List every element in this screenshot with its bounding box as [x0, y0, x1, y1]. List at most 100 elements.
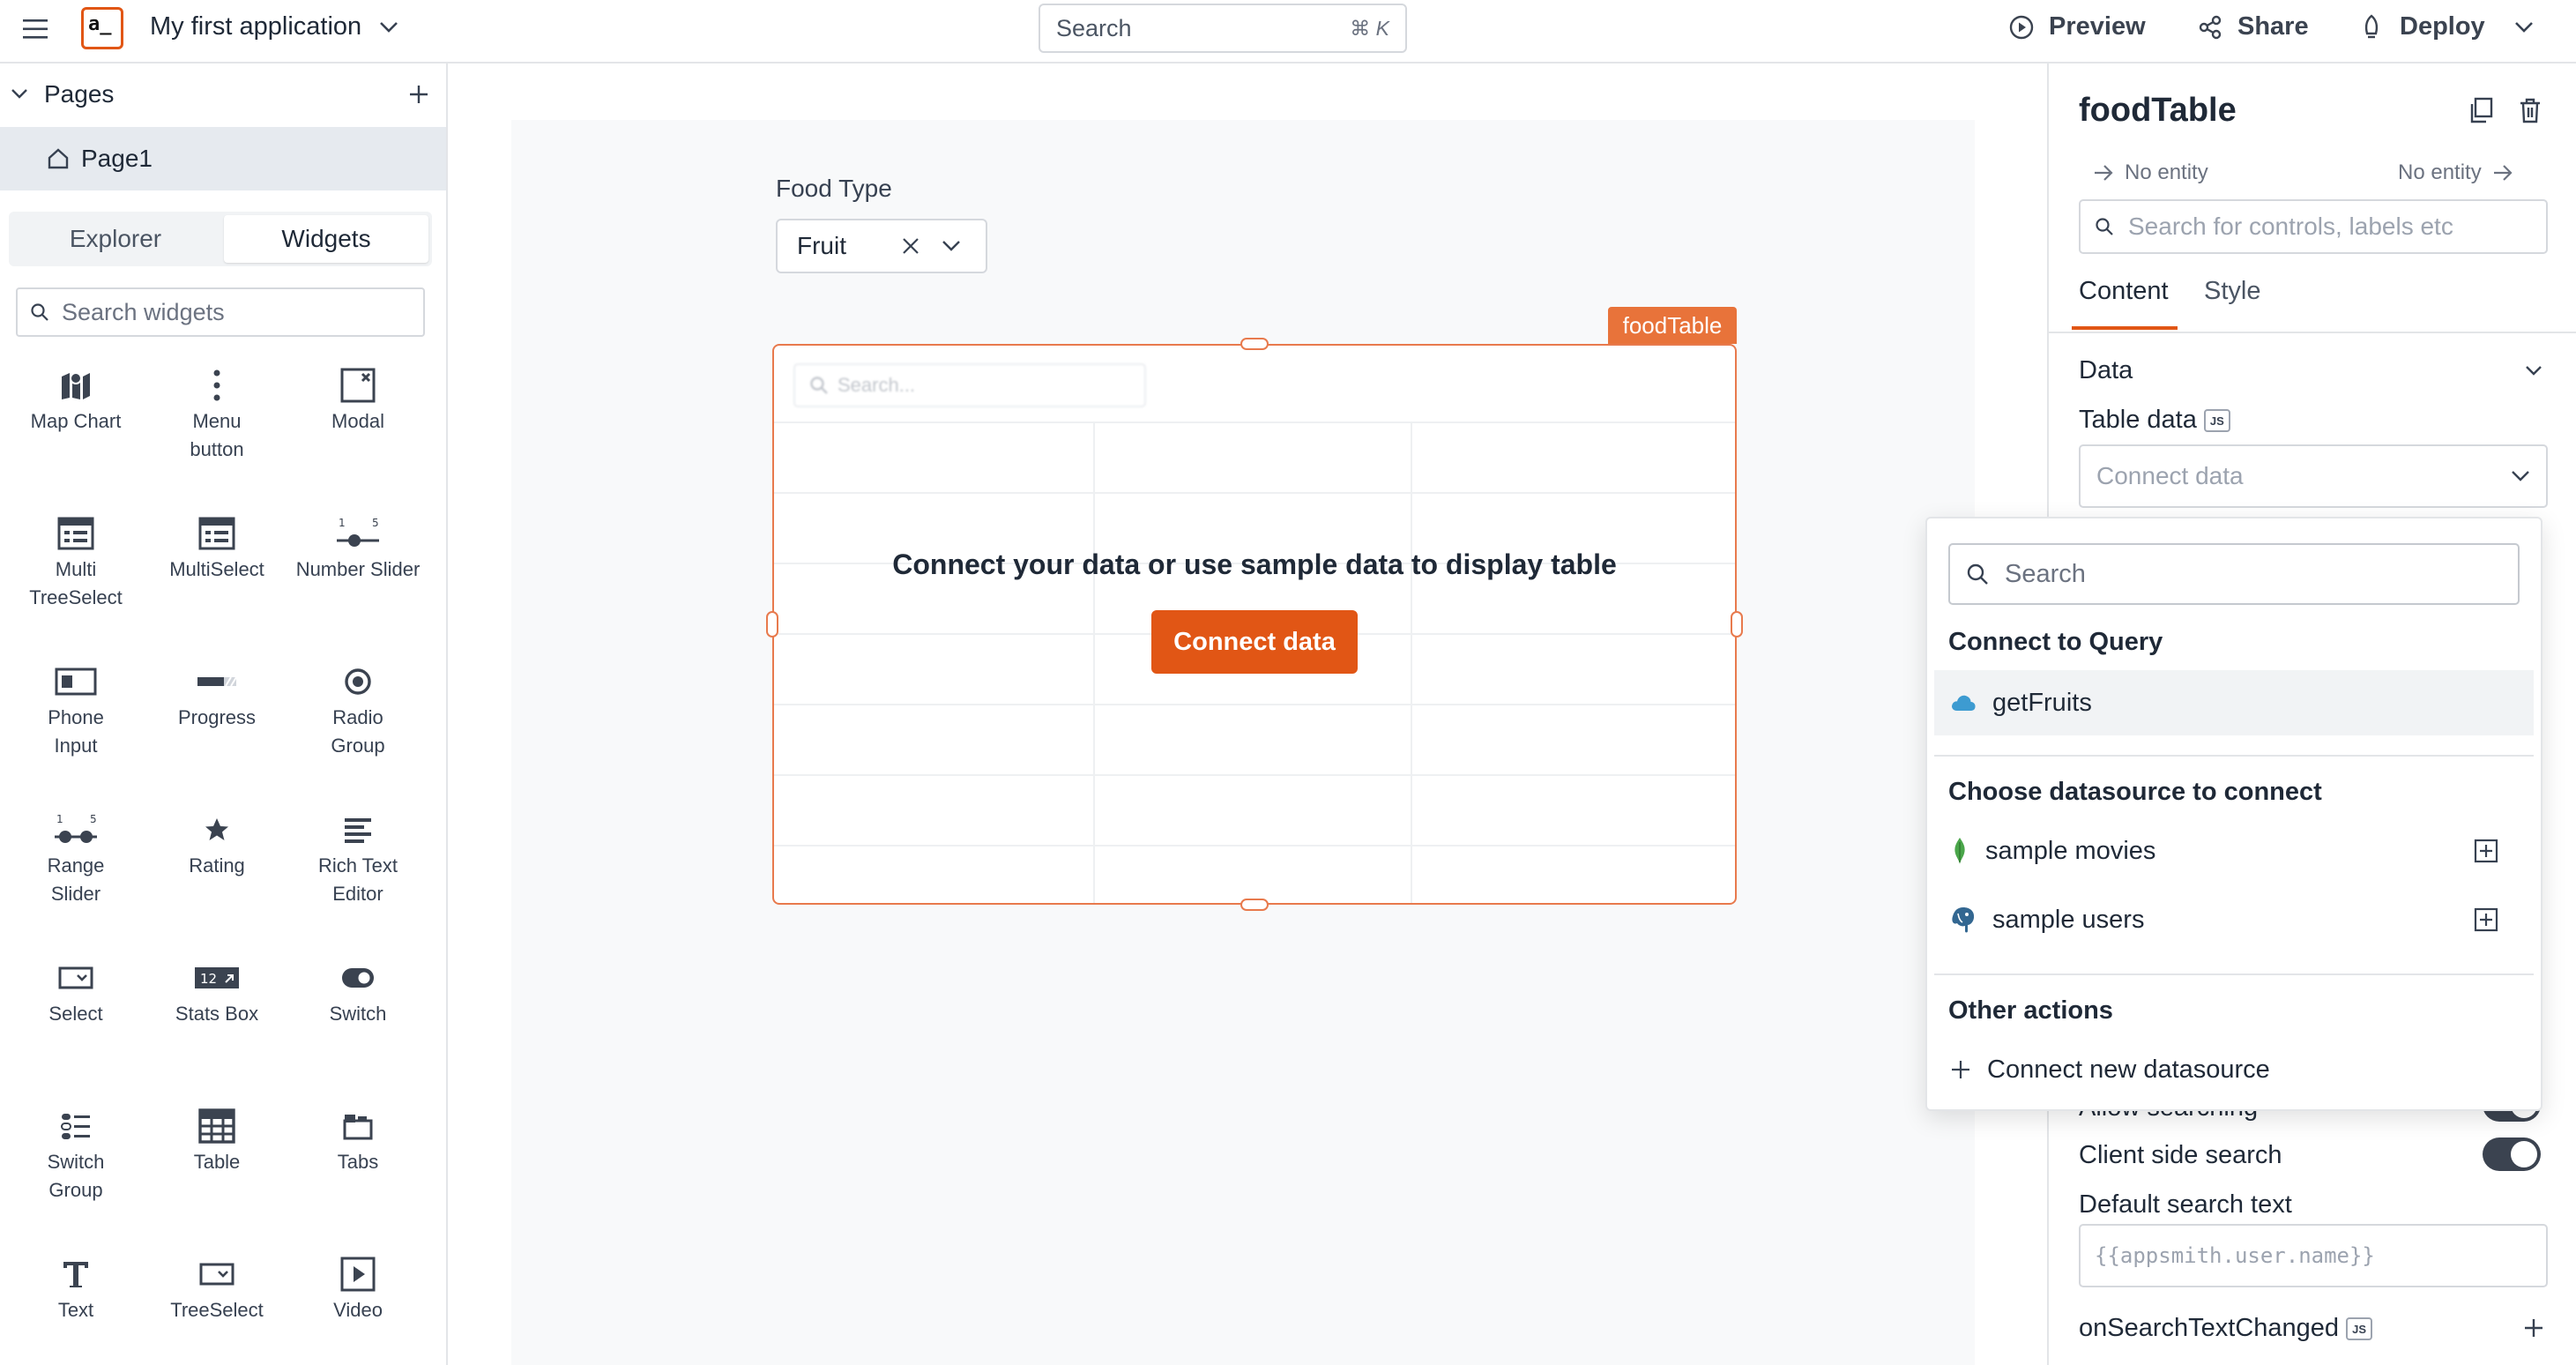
widget-radio-group[interactable]: Radio Group	[287, 660, 428, 760]
connect-new-datasource-item[interactable]: Connect new datasource	[1934, 1037, 2534, 1102]
app-name-dropdown[interactable]: My first application	[150, 12, 398, 41]
widget-multi-treeselect[interactable]: Multi TreeSelect	[5, 511, 146, 612]
client-side-search-toggle[interactable]	[2483, 1138, 2541, 1171]
stats-box-icon: 12	[194, 956, 240, 1000]
svg-text:5: 5	[372, 517, 379, 529]
datasource-label: sample users	[1992, 905, 2145, 934]
preview-button[interactable]: Preview	[2008, 12, 2146, 41]
app-logo[interactable]: a_	[81, 7, 123, 49]
widget-modal[interactable]: Modal	[287, 363, 428, 436]
tab-content[interactable]: Content	[2079, 277, 2169, 306]
menu-icon[interactable]	[23, 18, 48, 41]
widget-name-tag[interactable]: foodTable	[1608, 307, 1737, 344]
section-data-title[interactable]: Data	[2079, 356, 2133, 385]
add-page-icon[interactable]	[407, 83, 430, 106]
chevron-down-icon	[379, 21, 398, 34]
copy-icon[interactable]	[2468, 97, 2493, 123]
plus-icon	[1950, 1059, 1971, 1080]
divider	[1934, 755, 2534, 757]
js-toggle-badge[interactable]: JS	[2346, 1317, 2373, 1341]
widget-name-title[interactable]: foodTable	[2079, 92, 2237, 130]
widget-progress[interactable]: Progress	[146, 660, 287, 732]
datasource-item-sample-movies[interactable]: sample movies	[1934, 818, 2534, 884]
omnibar-placeholder: Search	[1056, 14, 1132, 41]
grid-line	[1411, 421, 1412, 903]
widget-map-chart[interactable]: Map Chart	[5, 363, 146, 436]
resize-handle-bottom[interactable]	[1240, 899, 1269, 911]
divider	[2049, 332, 2576, 333]
widget-stats-box[interactable]: 12 Stats Box	[146, 956, 287, 1028]
widget-switch-group[interactable]: Switch Group	[5, 1104, 146, 1205]
widget-treeselect[interactable]: TreeSelect	[146, 1252, 287, 1324]
share-button[interactable]: Share	[2197, 12, 2309, 41]
page-item-page1[interactable]: Page1	[0, 127, 446, 190]
tab-style[interactable]: Style	[2204, 277, 2260, 306]
widget-rating[interactable]: Rating	[146, 808, 287, 880]
property-search-input[interactable]: Search for controls, labels etc	[2079, 199, 2548, 254]
widget-phone-input[interactable]: Phone Input	[5, 660, 146, 760]
resize-handle-right[interactable]	[1731, 611, 1743, 638]
food-type-value: Fruit	[797, 232, 846, 259]
widget-select[interactable]: Select	[5, 956, 146, 1028]
other-action-label: Connect new datasource	[1987, 1055, 2270, 1084]
entity-right[interactable]: No entity	[2398, 160, 2513, 185]
connect-data-dropdown: Search Connect to Query getFruits Choose…	[1925, 517, 2542, 1111]
deploy-label: Deploy	[2400, 12, 2485, 41]
js-toggle-badge[interactable]: JS	[2203, 409, 2230, 433]
svg-text:5: 5	[90, 813, 97, 825]
grid-line	[1093, 421, 1095, 903]
add-datasource-icon[interactable]	[2474, 839, 2498, 863]
widget-tabs[interactable]: Tabs	[287, 1104, 428, 1176]
widget-search-placeholder: Search widgets	[62, 298, 225, 325]
default-search-text-input[interactable]: {{appsmith.user.name}}	[2079, 1224, 2548, 1287]
resize-handle-top[interactable]	[1240, 338, 1269, 350]
widget-menu-button[interactable]: Menu button	[146, 363, 287, 464]
radio-group-icon	[343, 660, 373, 704]
switch-icon	[340, 956, 376, 1000]
table-data-select[interactable]: Connect data	[2079, 444, 2548, 508]
grid-line	[774, 421, 1735, 423]
resize-handle-left[interactable]	[766, 611, 778, 638]
add-action-icon[interactable]	[2523, 1317, 2544, 1339]
progress-icon	[196, 660, 238, 704]
clear-icon[interactable]	[901, 236, 920, 256]
tab-widgets[interactable]: Widgets	[224, 215, 428, 263]
modal-icon	[339, 363, 376, 407]
grid-line	[774, 845, 1735, 847]
datasource-label: sample movies	[1985, 836, 2156, 865]
chevron-down-icon[interactable]	[2525, 365, 2542, 377]
top-bar: a_ My first application Search ⌘ K Previ…	[0, 0, 2576, 63]
chevron-down-icon[interactable]	[11, 88, 28, 101]
connect-data-button[interactable]: Connect data	[1151, 610, 1358, 674]
widget-switch[interactable]: Switch	[287, 956, 428, 1028]
widget-multiselect[interactable]: MultiSelect	[146, 511, 287, 584]
widget-number-slider[interactable]: 1 5 Number Slider	[287, 511, 428, 584]
chevron-down-icon[interactable]	[942, 240, 961, 252]
food-type-select[interactable]: Fruit	[776, 219, 987, 273]
app-name: My first application	[150, 12, 362, 41]
widget-rich-text-editor[interactable]: Rich Text Editor	[287, 808, 428, 908]
dropdown-search-input[interactable]: Search	[1948, 543, 2520, 605]
deploy-button[interactable]: Deploy	[2359, 12, 2485, 41]
widget-text[interactable]: Text	[5, 1252, 146, 1324]
pages-header[interactable]: Pages	[0, 63, 446, 125]
query-item-getfruits[interactable]: getFruits	[1934, 670, 2534, 735]
omnibar-search[interactable]: Search ⌘ K	[1039, 4, 1407, 53]
deploy-menu-chevron-icon[interactable]	[2514, 21, 2534, 34]
datasource-item-sample-users[interactable]: sample users	[1934, 887, 2534, 952]
widget-range-slider[interactable]: 1 5 Range Slider	[5, 808, 146, 908]
widget-video[interactable]: Video	[287, 1252, 428, 1324]
video-icon	[339, 1252, 376, 1296]
svg-text:1: 1	[56, 813, 63, 825]
multiselect-icon	[198, 511, 235, 556]
entity-left[interactable]: No entity	[2093, 160, 2208, 185]
active-tab-indicator	[2072, 326, 2178, 330]
widget-search-input[interactable]: Search widgets	[16, 287, 425, 337]
rating-icon	[204, 808, 230, 852]
grid-line	[774, 704, 1735, 705]
trash-icon[interactable]	[2518, 97, 2542, 123]
grid-line	[774, 774, 1735, 776]
add-datasource-icon[interactable]	[2474, 907, 2498, 932]
tab-explorer[interactable]: Explorer	[12, 215, 219, 263]
widget-table[interactable]: Table	[146, 1104, 287, 1176]
